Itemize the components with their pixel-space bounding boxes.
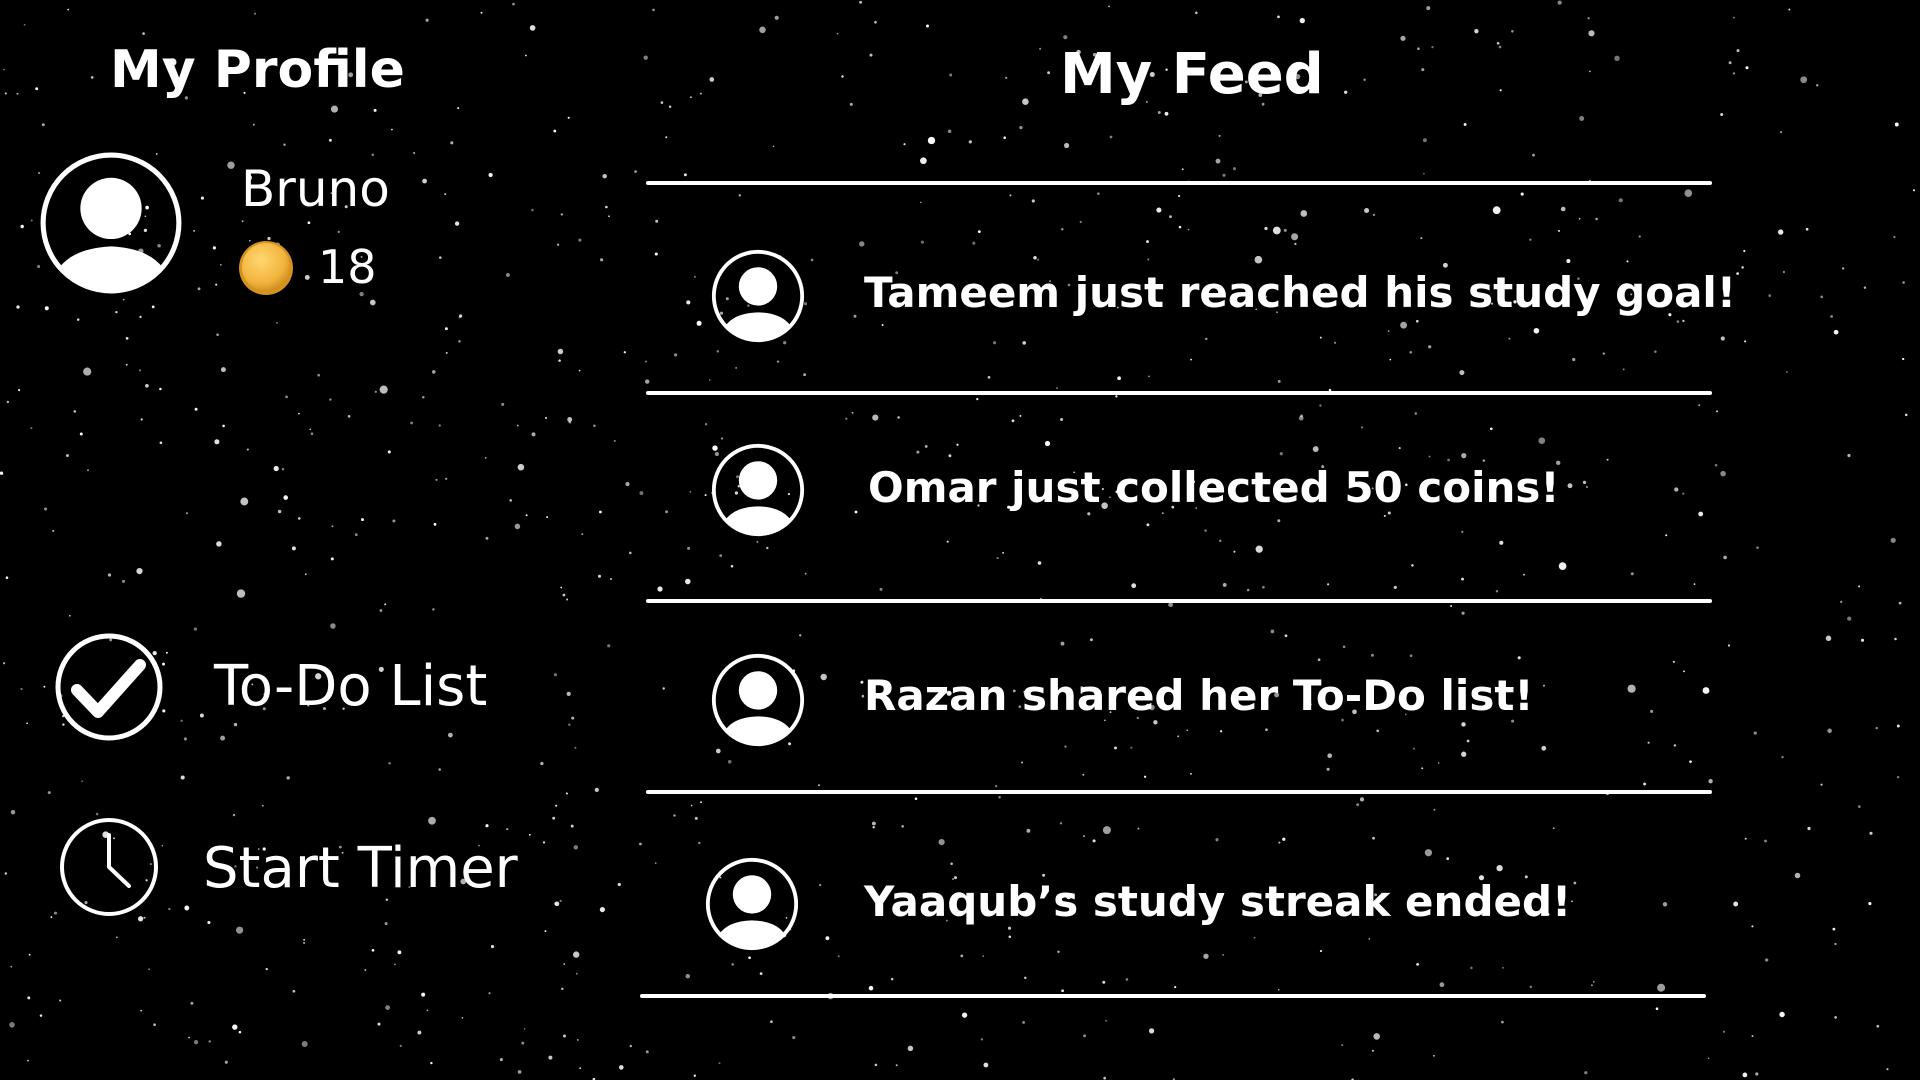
feed-divider [646, 790, 1712, 794]
feed-avatar-icon[interactable] [710, 248, 806, 344]
coin-icon [239, 241, 293, 295]
feed-divider [646, 391, 1712, 395]
feed-item-text: Yaaqub’s study streak ended! [864, 877, 1572, 926]
feed-item-text: Tameem just reached his study goal! [864, 268, 1736, 317]
feed-item-text: Omar just collected 50 coins! [868, 463, 1560, 512]
user-avatar-icon[interactable] [38, 150, 184, 296]
todo-list-label[interactable]: To-Do List [214, 654, 487, 719]
clock-icon[interactable] [58, 816, 160, 918]
username: Bruno [241, 160, 390, 218]
profile-heading: My Profile [110, 40, 405, 100]
feed-avatar-icon[interactable] [710, 442, 806, 538]
feed-divider [640, 994, 1706, 998]
feed-divider [646, 599, 1712, 603]
start-timer-label[interactable]: Start Timer [203, 836, 518, 901]
feed-item-text: Razan shared her To-Do list! [864, 671, 1534, 720]
checkmark-circle-icon[interactable] [54, 632, 164, 742]
coin-count: 18 [318, 240, 377, 294]
feed-heading: My Feed [1060, 42, 1324, 107]
feed-avatar-icon[interactable] [704, 856, 800, 952]
feed-divider [646, 181, 1712, 185]
feed-avatar-icon[interactable] [710, 652, 806, 748]
app-screen: My Profile Bruno 18 To-Do List Start Tim… [0, 0, 1920, 1080]
